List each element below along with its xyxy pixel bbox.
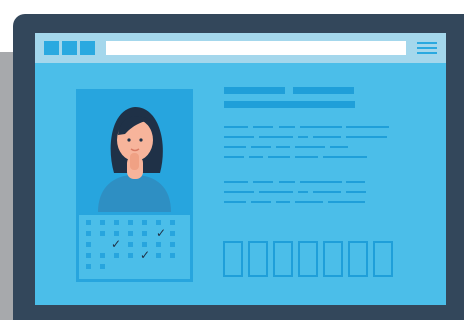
code-input-box[interactable]	[273, 241, 293, 277]
check-icon: ✓	[140, 248, 151, 262]
text-line	[251, 146, 271, 148]
text-line	[295, 201, 323, 203]
calendar-day	[170, 220, 175, 225]
text-line	[313, 136, 341, 138]
check-icon: ✓	[111, 237, 122, 251]
calendar-day	[86, 231, 91, 236]
calendar-day	[142, 231, 147, 236]
title-bar	[293, 87, 354, 94]
calendar-day	[114, 231, 119, 236]
woman-avatar-icon	[98, 107, 171, 212]
check-icon: ✓	[156, 226, 167, 240]
text-line	[251, 201, 271, 203]
browser-screen: ✓ ✓ ✓	[35, 33, 446, 305]
browser-tab-icon[interactable]	[44, 41, 59, 55]
text-line	[300, 126, 342, 128]
code-input-box[interactable]	[248, 241, 268, 277]
code-input-box[interactable]	[348, 241, 368, 277]
avatar-hand	[130, 153, 139, 170]
text-line	[224, 156, 244, 158]
calendar-day	[86, 253, 91, 258]
calendar-day	[114, 220, 119, 225]
text-line	[279, 126, 295, 128]
text-line	[313, 191, 341, 193]
browser-topbar	[35, 33, 446, 63]
page: ✓ ✓ ✓	[0, 0, 464, 320]
calendar-day	[100, 220, 105, 225]
calendar-day	[100, 253, 105, 258]
text-line	[300, 181, 342, 183]
text-line	[259, 136, 293, 138]
text-line	[323, 156, 367, 158]
code-input-box[interactable]	[323, 241, 343, 277]
calendar-day	[156, 253, 161, 258]
profile-card: ✓ ✓ ✓	[76, 89, 193, 282]
code-input-box[interactable]	[223, 241, 243, 277]
address-bar[interactable]	[106, 41, 406, 55]
text-line	[224, 136, 254, 138]
text-line	[328, 201, 365, 203]
text-line	[346, 126, 389, 128]
calendar-day	[170, 242, 175, 247]
text-line	[224, 201, 246, 203]
code-input-box[interactable]	[373, 241, 393, 277]
text-line	[346, 191, 366, 193]
text-line	[224, 126, 248, 128]
calendar-icon: ✓ ✓ ✓	[86, 220, 186, 276]
text-line	[224, 181, 248, 183]
calendar-day	[128, 253, 133, 258]
text-line	[346, 181, 365, 183]
browser-tab-icon[interactable]	[62, 41, 77, 55]
browser-tab-icon[interactable]	[80, 41, 95, 55]
text-line	[276, 201, 290, 203]
hamburger-menu-icon[interactable]	[417, 41, 437, 55]
calendar-day	[128, 242, 133, 247]
calendar-day	[86, 220, 91, 225]
text-line	[249, 156, 263, 158]
code-input-box[interactable]	[298, 241, 318, 277]
calendar-day	[86, 242, 91, 247]
text-line	[295, 146, 325, 148]
title-bar	[224, 87, 285, 94]
text-line	[224, 191, 254, 193]
subtitle-bar	[224, 101, 355, 108]
text-line	[259, 191, 293, 193]
text-line	[298, 191, 308, 193]
text-line	[224, 146, 246, 148]
text-line	[253, 126, 273, 128]
portrait-panel	[76, 89, 193, 212]
calendar-day	[100, 264, 105, 269]
text-line	[276, 146, 290, 148]
calendar-day	[128, 231, 133, 236]
avatar-shirt	[98, 175, 171, 212]
calendar-day	[114, 253, 119, 258]
text-line	[295, 156, 318, 158]
text-line	[298, 136, 308, 138]
calendar-day	[142, 220, 147, 225]
calendar-day	[100, 231, 105, 236]
calendar-day	[142, 242, 147, 247]
text-line	[330, 146, 348, 148]
text-line	[346, 136, 387, 138]
avatar-eye	[127, 138, 131, 142]
calendar-day	[86, 264, 91, 269]
avatar-eye	[139, 138, 143, 142]
calendar-day	[156, 220, 161, 225]
calendar-day	[170, 231, 175, 236]
text-line	[279, 181, 295, 183]
text-line	[268, 156, 290, 158]
text-line	[253, 181, 273, 183]
calendar-day	[156, 242, 161, 247]
calendar-day	[170, 253, 175, 258]
calendar-day	[128, 220, 133, 225]
calendar-panel: ✓ ✓ ✓	[76, 212, 193, 282]
